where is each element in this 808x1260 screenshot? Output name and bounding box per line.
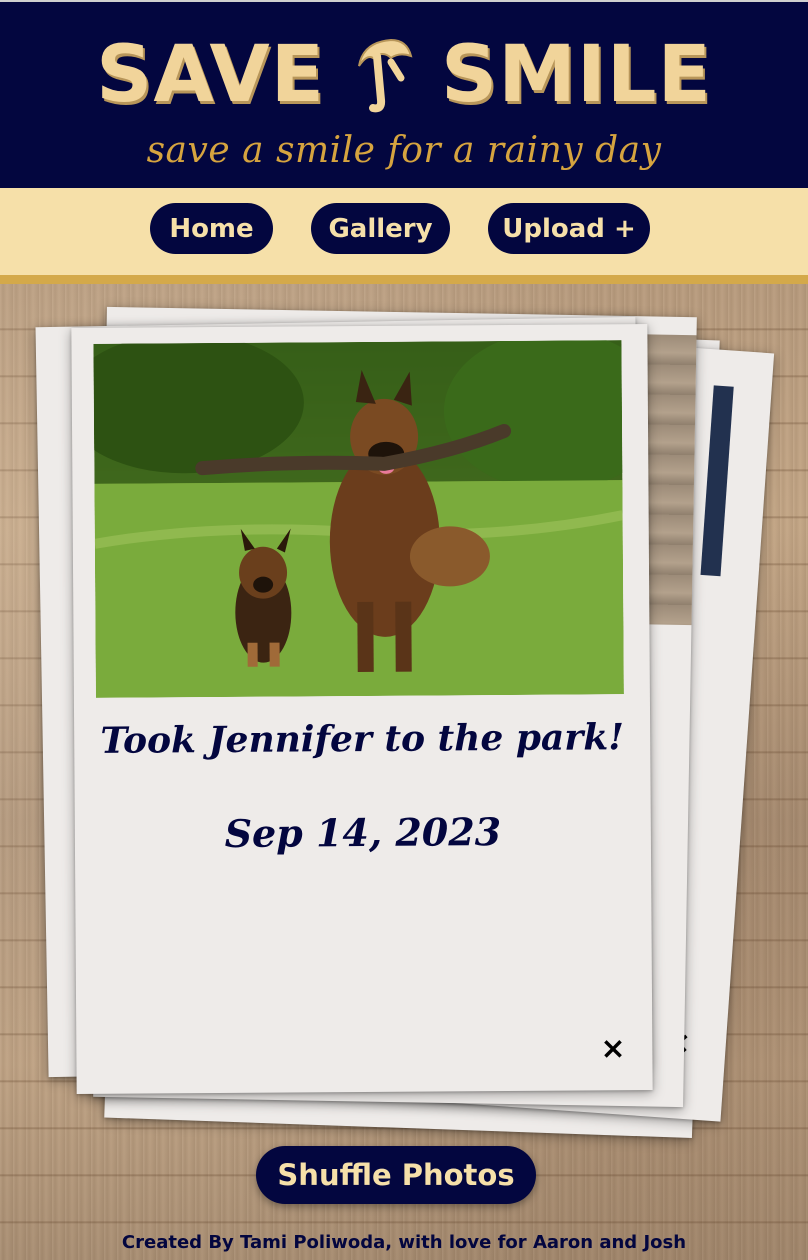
nav-gallery-button[interactable]: Gallery (311, 203, 450, 254)
polaroid-front: Took Jennifer to the park! Sep 14, 2023 … (71, 323, 653, 1095)
footer-credit: Created By Tami Poliwoda, with love for … (121, 1232, 687, 1253)
polaroid-back-photo-2 (641, 334, 697, 626)
site-logo: SAVE SMILE (0, 30, 808, 120)
main-nav: Home Gallery Upload + (0, 188, 808, 284)
polaroid-back-photo (700, 385, 734, 577)
shuffle-photos-button[interactable]: Shuffle Photos (256, 1146, 536, 1204)
polaroid-photo (93, 340, 624, 698)
polaroid-date: Sep 14, 2023 (224, 809, 502, 856)
dog-photo-illustration (93, 340, 624, 698)
logo-text-save: SAVE (96, 30, 326, 120)
polaroid-caption: Took Jennifer to the park! (100, 716, 625, 762)
nav-upload-button[interactable]: Upload + (488, 203, 650, 254)
site-header: SAVE SMILE save a smile for a rainy day (0, 0, 808, 188)
logo-text-smile: SMILE (441, 30, 712, 120)
umbrella-icon (358, 38, 413, 113)
nav-home-button[interactable]: Home (150, 203, 273, 254)
tagline: save a smile for a rainy day (146, 130, 662, 171)
close-icon[interactable]: × (600, 1031, 625, 1066)
